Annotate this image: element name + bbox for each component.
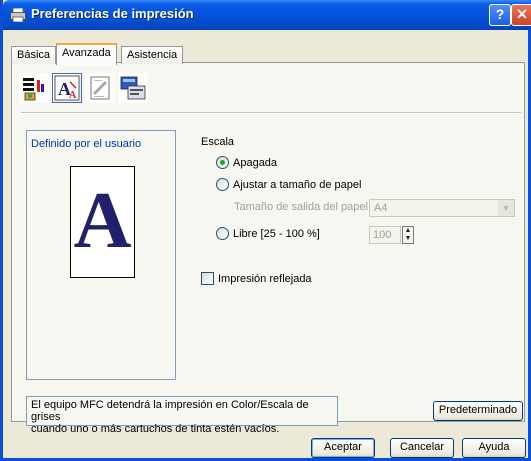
output-size-select[interactable]: A4 ▼: [369, 199, 515, 217]
preview-letter: A: [73, 177, 132, 265]
print-preferences-window: Preferencias de impresión ? ✕ Básica Ava…: [0, 0, 531, 461]
info-line-1: El equipo MFC detendrá la impresión en C…: [31, 399, 309, 423]
window-title: Preferencias de impresión: [31, 6, 194, 21]
help-title-button[interactable]: ?: [489, 4, 511, 26]
mirror-print-label: Impresión reflejada: [218, 272, 312, 285]
color-settings-button[interactable]: [19, 73, 49, 103]
tab-basica[interactable]: Básica: [11, 46, 57, 64]
checkbox-box[interactable]: [201, 272, 214, 285]
spin-stepper[interactable]: ▲ ▼: [402, 226, 414, 244]
radio-scale-fit[interactable]: Ajustar a tamaño de papel: [216, 178, 361, 191]
spin-up-icon[interactable]: ▲: [403, 227, 413, 235]
scaling-icon: A A: [54, 75, 80, 101]
device-options-button[interactable]: [118, 73, 148, 103]
free-scale-input[interactable]: 100: [369, 226, 401, 244]
info-message-box: El equipo MFC detendrá la impresión en C…: [26, 396, 338, 435]
tab-avanzada[interactable]: Avanzada: [56, 43, 117, 65]
info-line-2: cuando uno o más cartuchos de tinta esté…: [31, 423, 280, 435]
scaling-button[interactable]: A A: [52, 73, 82, 103]
close-button[interactable]: ✕: [511, 4, 531, 26]
radio-scale-free[interactable]: Libre [25 - 100 %]: [216, 227, 320, 240]
radio-button[interactable]: [216, 178, 229, 191]
radio-scale-free-label: Libre [25 - 100 %]: [233, 227, 320, 240]
radio-scale-off[interactable]: Apagada: [216, 156, 277, 169]
radio-button[interactable]: [216, 227, 229, 240]
preview-panel: Definido por el usuario A: [26, 130, 176, 380]
scale-group-label: Escala: [201, 136, 235, 148]
printer-icon: [10, 8, 26, 22]
svg-text:A: A: [69, 90, 77, 101]
spin-down-icon[interactable]: ▼: [403, 235, 413, 243]
watermark-icon: [90, 76, 110, 100]
preview-label: Definido por el usuario: [31, 138, 142, 150]
chevron-down-icon[interactable]: ▼: [498, 200, 514, 216]
radio-scale-off-label: Apagada: [233, 156, 278, 169]
output-size-value: A4: [374, 202, 388, 214]
cancel-button[interactable]: Cancelar: [390, 438, 454, 458]
output-size-label: Tamaño de salida del papel: [234, 201, 368, 213]
watermark-button[interactable]: [85, 73, 115, 103]
toolbar-separator: [21, 112, 521, 114]
help-button[interactable]: Ayuda: [462, 438, 526, 458]
default-button[interactable]: Predeterminado: [433, 401, 523, 421]
radio-scale-fit-label: Ajustar a tamaño de papel: [233, 178, 362, 191]
mirror-print-checkbox[interactable]: Impresión reflejada: [201, 272, 312, 285]
tab-asistencia[interactable]: Asistencia: [121, 46, 184, 64]
device-options-icon: [120, 76, 146, 100]
radio-button-checked[interactable]: [216, 156, 229, 169]
color-settings-icon: [23, 78, 44, 101]
ok-button[interactable]: Aceptar: [311, 438, 375, 458]
preview-paper: A: [70, 166, 135, 278]
title-bar[interactable]: Preferencias de impresión ? ✕: [3, 0, 531, 30]
